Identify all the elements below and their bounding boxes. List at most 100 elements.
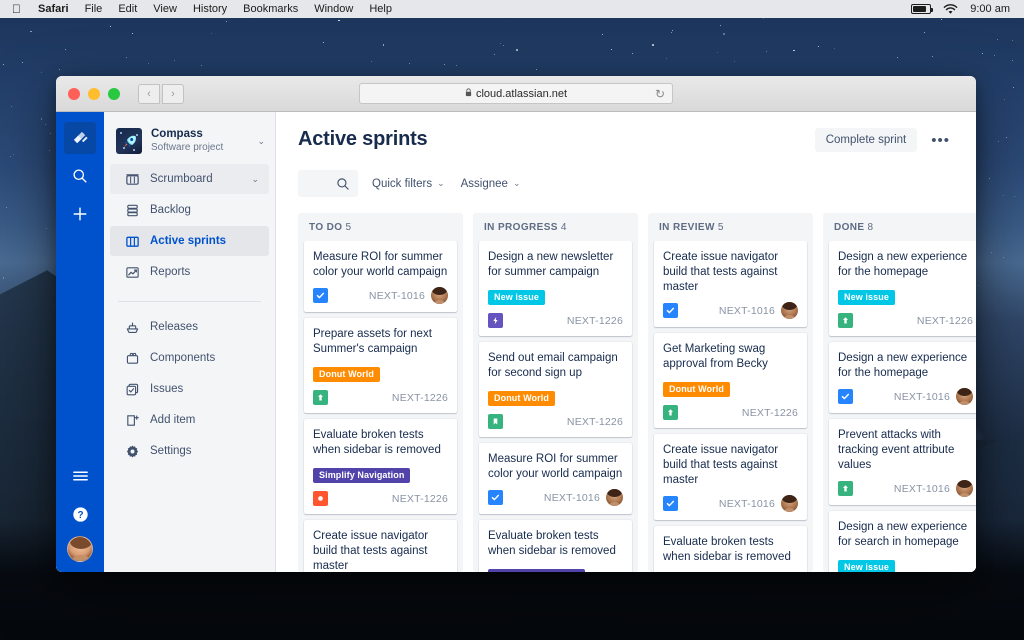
sidebar-item-add-item[interactable]: Add item <box>110 405 269 435</box>
menu-item-view[interactable]: View <box>145 0 185 18</box>
issue-card-title: Design a new experience for the homepage <box>838 251 968 278</box>
plus-icon[interactable] <box>64 198 96 230</box>
issue-card-title: Evaluate broken tests when sidebar is re… <box>488 530 616 557</box>
issue-label[interactable]: Donut World <box>488 391 555 406</box>
issue-label[interactable]: Simplify Navigation <box>313 468 411 483</box>
issue-label[interactable]: Simplify Navigation <box>488 569 586 572</box>
issue-card-labels: Donut World <box>663 379 798 397</box>
lock-icon <box>465 88 472 99</box>
apple-menu-icon[interactable]:  <box>8 0 30 18</box>
svg-text:?: ? <box>77 510 83 521</box>
search-input[interactable] <box>298 170 358 197</box>
menu-item-safari[interactable]: Safari <box>30 0 77 18</box>
issue-card[interactable]: Evaluate broken tests when sidebar is re… <box>654 526 807 572</box>
issue-label[interactable]: Donut World <box>313 367 380 382</box>
header-row: Active sprints Complete sprint ••• <box>298 128 954 152</box>
battery-icon[interactable] <box>911 4 934 14</box>
issue-card-title: Create issue navigator build that tests … <box>663 444 779 486</box>
assignee-avatar[interactable] <box>431 287 448 304</box>
chevron-down-icon[interactable]: ⌄ <box>257 136 265 147</box>
more-options-button[interactable]: ••• <box>927 130 954 151</box>
sidebar-item-components[interactable]: Components <box>110 343 269 373</box>
column-card-list[interactable]: Create issue navigator build that tests … <box>648 241 813 572</box>
jira-logo-icon[interactable] <box>64 122 96 154</box>
maximize-window-button[interactable] <box>108 87 120 100</box>
column-card-list[interactable]: Design a new newsletter for summer campa… <box>473 241 638 572</box>
issue-card[interactable]: Design a new experience for the homepage… <box>829 342 976 413</box>
issue-card-labels: Simplify Navigation <box>313 465 448 483</box>
assignee-avatar[interactable] <box>956 480 973 497</box>
reload-icon[interactable]: ↻ <box>655 87 665 101</box>
assignee-avatar[interactable] <box>781 495 798 512</box>
complete-sprint-button[interactable]: Complete sprint <box>814 128 918 152</box>
sidebar-item-label: Active sprints <box>150 235 227 247</box>
user-avatar[interactable] <box>67 536 93 562</box>
chevron-down-icon[interactable]: ⌄ <box>251 174 259 185</box>
issue-key: NEXT-1226 <box>741 406 798 419</box>
chevron-down-icon: ⌄ <box>512 178 521 188</box>
forward-button[interactable]: › <box>162 83 184 104</box>
issue-card[interactable]: Create issue navigator build that tests … <box>304 520 457 572</box>
column-name: IN PROGRESS <box>484 222 558 233</box>
issue-label[interactable]: New issue <box>838 560 895 572</box>
assignee-avatar[interactable] <box>606 489 623 506</box>
issue-card[interactable]: Evaluate broken tests when sidebar is re… <box>304 419 457 514</box>
quick-filters-dropdown[interactable]: Quick filters ⌄ <box>370 174 447 194</box>
back-button[interactable]: ‹ <box>138 83 160 104</box>
sidebar-item-issues[interactable]: Issues <box>110 374 269 404</box>
story-type-icon <box>488 414 503 429</box>
issue-key: NEXT-1226 <box>391 492 448 505</box>
story-type-icon <box>838 481 853 496</box>
task-type-icon <box>663 496 678 511</box>
issue-label[interactable]: New issue <box>838 290 895 305</box>
sidebar-item-label: Add item <box>150 414 196 426</box>
menu-item-window[interactable]: Window <box>306 0 361 18</box>
column-card-list[interactable]: Design a new experience for the homepage… <box>823 241 976 572</box>
issue-card[interactable]: Measure ROI for summer color your world … <box>479 443 632 514</box>
issue-card[interactable]: Send out email campaign for second sign … <box>479 342 632 437</box>
issue-card[interactable]: Evaluate broken tests when sidebar is re… <box>479 520 632 572</box>
sidebar-item-reports[interactable]: Reports <box>110 257 269 287</box>
close-window-button[interactable] <box>68 87 80 100</box>
address-bar[interactable]: cloud.atlassian.net ↻ <box>359 83 673 104</box>
search-icon[interactable] <box>64 160 96 192</box>
issue-card-title: Prepare assets for next Summer's campaig… <box>313 328 432 355</box>
menubar-clock[interactable]: 9:00 am <box>970 3 1016 15</box>
issue-card-labels: New issue <box>838 557 973 572</box>
epic-type-icon <box>488 313 503 328</box>
project-rocket-icon <box>116 128 142 154</box>
sidebar-item-active-sprints[interactable]: Active sprints <box>110 226 269 256</box>
board-icon <box>124 172 140 187</box>
project-switcher[interactable]: Compass Software project ⌄ <box>104 120 275 164</box>
issue-card[interactable]: Design a new experience for search in ho… <box>829 511 976 572</box>
issue-card[interactable]: Measure ROI for summer color your world … <box>304 241 457 312</box>
issue-card[interactable]: Prepare assets for next Summer's campaig… <box>304 318 457 413</box>
issue-label[interactable]: Donut World <box>663 382 730 397</box>
issue-card[interactable]: Prevent attacks with tracking event attr… <box>829 419 976 505</box>
menu-item-history[interactable]: History <box>185 0 235 18</box>
menu-item-bookmarks[interactable]: Bookmarks <box>235 0 306 18</box>
menu-item-help[interactable]: Help <box>361 0 400 18</box>
column-card-list[interactable]: Measure ROI for summer color your world … <box>298 241 463 572</box>
assignee-dropdown[interactable]: Assignee ⌄ <box>459 174 523 194</box>
menu-item-edit[interactable]: Edit <box>110 0 145 18</box>
hamburger-menu-icon[interactable] <box>64 460 96 492</box>
minimize-window-button[interactable] <box>88 87 100 100</box>
issue-card[interactable]: Create issue navigator build that tests … <box>654 241 807 327</box>
issue-card[interactable]: Design a new newsletter for summer campa… <box>479 241 632 336</box>
sidebar-item-releases[interactable]: Releases <box>110 312 269 342</box>
board-column: DONE 8 Design a new experience for the hom… <box>823 213 976 572</box>
issue-card-footer: NEXT-1226 <box>488 414 623 429</box>
help-icon[interactable]: ? <box>64 498 96 530</box>
issue-card[interactable]: Design a new experience for the homepage… <box>829 241 976 336</box>
assignee-avatar[interactable] <box>781 302 798 319</box>
menu-item-file[interactable]: File <box>77 0 111 18</box>
sidebar-item-backlog[interactable]: Backlog <box>110 195 269 225</box>
issue-card[interactable]: Create issue navigator build that tests … <box>654 434 807 520</box>
issue-card[interactable]: Get Marketing swag approval from Becky Do… <box>654 333 807 428</box>
wifi-icon[interactable] <box>943 3 958 15</box>
issue-label[interactable]: New issue <box>488 290 545 305</box>
sidebar-item-scrumboard[interactable]: Scrumboard ⌄ <box>110 164 269 194</box>
assignee-avatar[interactable] <box>956 388 973 405</box>
sidebar-item-settings[interactable]: Settings <box>110 436 269 466</box>
